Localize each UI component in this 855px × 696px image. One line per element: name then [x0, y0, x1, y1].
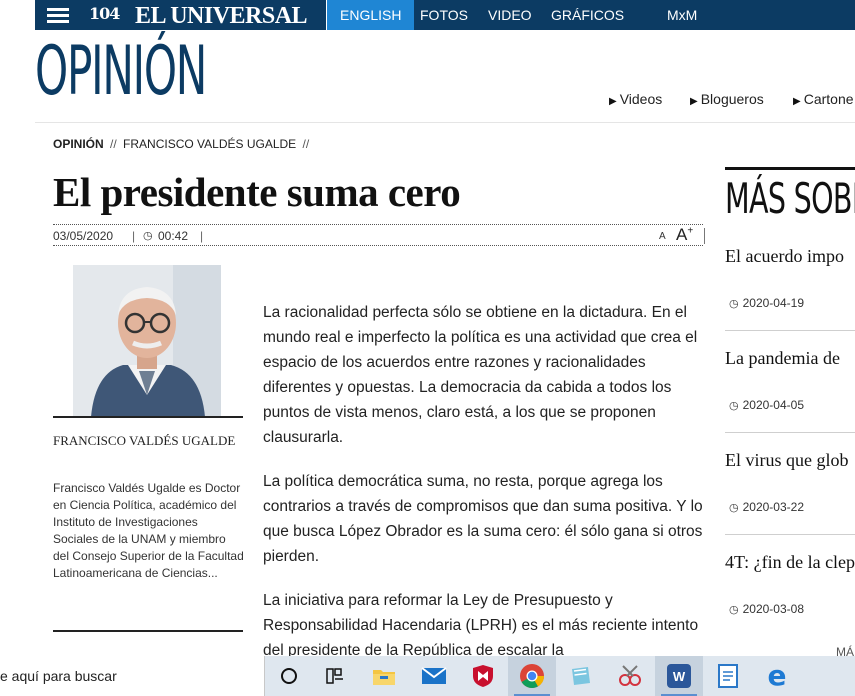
sidebar-item-title[interactable]: El virus que glob	[725, 450, 849, 471]
clock-icon: ◷	[729, 604, 739, 616]
document-viewer-icon[interactable]	[704, 656, 752, 696]
subnav-blogueros[interactable]: ▶ Blogueros	[690, 91, 764, 107]
taskbar-search-placeholder: e aquí para buscar	[0, 668, 117, 684]
clock-icon: ◷	[729, 400, 739, 412]
breadcrumb-separator: //	[110, 137, 117, 151]
edge-glyph: e	[767, 659, 787, 692]
sidebar-rule	[725, 167, 855, 170]
meta-end-divider	[704, 228, 705, 244]
decrease-font-button[interactable]: A	[659, 231, 666, 242]
play-arrow-icon: ▶	[793, 96, 801, 107]
article-paragraph: La racionalidad perfecta sólo se obtiene…	[263, 304, 698, 446]
meta-divider: |	[200, 229, 204, 243]
nav-graficos[interactable]: GRÁFICOS	[551, 0, 624, 30]
article-time: 00:42	[158, 229, 189, 243]
sidebar-separator	[725, 534, 855, 535]
article-headline: El presidente suma cero	[53, 169, 461, 215]
subnav-cartones[interactable]: ▶ Cartone	[793, 91, 854, 107]
cortana-icon[interactable]	[265, 656, 313, 696]
sidebar-item-date: ◷ 2020-04-19	[729, 296, 804, 310]
taskbar-search-box[interactable]: e aquí para buscar	[0, 656, 265, 696]
article-paragraph: La política democrática suma, no resta, …	[263, 473, 703, 565]
sidebar-item-title[interactable]: El acuerdo impo	[725, 246, 844, 267]
site-logo[interactable]: 104 EL UNIVERSAL	[79, 0, 326, 30]
sidebar-item-title[interactable]: 4T: ¿fin de la clep	[725, 552, 855, 573]
clock-icon: ◷	[143, 230, 153, 242]
word-glyph: W	[667, 664, 691, 688]
nav-fotos[interactable]: FOTOS	[420, 0, 468, 30]
nav-mxm[interactable]: MxM	[667, 0, 697, 30]
breadcrumb: OPINIÓN // FRANCISCO VALDÉS UGALDE //	[53, 137, 312, 151]
breadcrumb-opinion[interactable]: OPINIÓN	[53, 137, 104, 151]
snipping-tool-icon[interactable]	[606, 656, 654, 696]
sidebar-item-title[interactable]: La pandemia de	[725, 348, 840, 369]
logo-wordmark: EL UNIVERSAL	[135, 3, 308, 29]
file-explorer-icon[interactable]	[360, 656, 408, 696]
article-date: 03/05/2020	[53, 229, 114, 243]
nav-english[interactable]: ENGLISH	[327, 0, 415, 30]
chrome-icon[interactable]	[508, 656, 556, 696]
sidebar-item-date: ◷ 2020-03-22	[729, 500, 804, 514]
breadcrumb-separator: //	[302, 137, 310, 151]
logo-seal: 104	[89, 4, 120, 23]
sidebar-title: MÁS SOBRE	[725, 174, 855, 223]
increase-font-button[interactable]: A+	[676, 225, 693, 245]
notes-app-icon[interactable]	[557, 656, 605, 696]
meta-divider: |	[132, 229, 136, 243]
main-nav: ENGLISH FOTOS VIDEO GRÁFICOS MxM	[327, 0, 855, 30]
author-bio: Francisco Valdés Ugalde es Doctor en Cie…	[53, 481, 244, 580]
sidebar-separator	[725, 432, 855, 433]
breadcrumb-author[interactable]: FRANCISCO VALDÉS UGALDE	[123, 137, 296, 151]
clock-icon: ◷	[729, 502, 739, 514]
sidebar-separator	[725, 330, 855, 331]
author-portrait-illustration	[73, 265, 221, 417]
menu-hamburger-icon[interactable]	[35, 0, 79, 30]
windows-taskbar: e aquí para buscar W e	[0, 656, 855, 696]
edge-icon[interactable]: e	[753, 656, 801, 696]
top-navigation-bar: 104 EL UNIVERSAL ENGLISH FOTOS VIDEO GRÁ…	[0, 0, 855, 30]
section-title[interactable]: OPINIÓN	[35, 34, 207, 110]
play-arrow-icon: ▶	[609, 96, 617, 107]
article-meta-bar: 03/05/2020 | ◷ 00:42 | A A+	[53, 224, 705, 246]
mail-icon[interactable]	[410, 656, 458, 696]
clock-icon: ◷	[729, 298, 739, 310]
article-paragraph: La iniciativa para reformar la Ley de Pr…	[263, 592, 699, 659]
subnav-videos[interactable]: ▶ Videos	[609, 91, 662, 107]
article-body: La racionalidad perfecta sólo se obtiene…	[263, 300, 708, 682]
nav-video[interactable]: VIDEO	[488, 0, 532, 30]
sidebar-item-date: ◷ 2020-04-05	[729, 398, 804, 412]
word-icon[interactable]: W	[655, 656, 703, 696]
sidebar-item-date: ◷ 2020-03-08	[729, 602, 804, 616]
task-view-icon[interactable]	[311, 656, 359, 696]
mcafee-shield-icon[interactable]	[459, 656, 507, 696]
author-photo[interactable]	[73, 265, 221, 417]
author-name[interactable]: FRANCISCO VALDÉS UGALDE	[53, 432, 243, 449]
author-divider	[53, 630, 243, 632]
author-divider	[53, 416, 243, 418]
play-arrow-icon: ▶	[690, 96, 698, 107]
